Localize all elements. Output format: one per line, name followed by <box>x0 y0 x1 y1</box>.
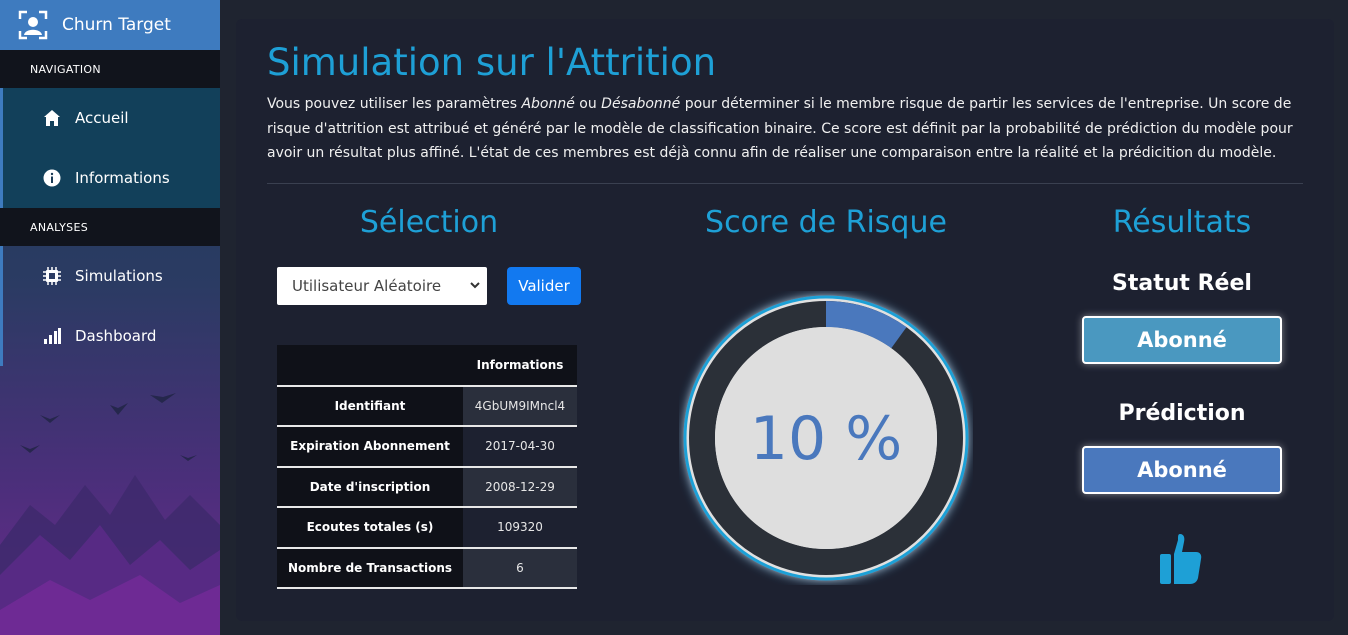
home-icon <box>43 109 61 127</box>
score-value: 10 % <box>750 404 902 474</box>
chevron-down-icon <box>470 282 480 289</box>
info-table: Informations Identifiant 4GbUM9IMncl4 Ex… <box>277 345 577 589</box>
row-value: 2017-04-30 <box>463 426 577 468</box>
sidebar-item-label: Accueil <box>75 109 129 127</box>
real-status-label: Statut Réel <box>1112 271 1252 296</box>
sidebar-item-simulations[interactable]: Simulations <box>0 246 220 306</box>
row-key: Ecoutes totales (s) <box>277 507 463 549</box>
user-target-icon <box>18 10 48 40</box>
dropdown-value: Utilisateur Aléatoire <box>292 277 442 295</box>
thumbs-up-icon <box>1160 534 1202 584</box>
validate-button[interactable]: Valider <box>507 267 581 305</box>
sidebar-item-accueil[interactable]: Accueil <box>0 88 220 148</box>
table-row: Nombre de Transactions 6 <box>277 547 577 589</box>
sidebar-item-informations[interactable]: Informations <box>0 148 220 208</box>
main-card: Simulation sur l'Attrition Vous pouvez u… <box>236 19 1334 621</box>
table-header-row: Informations <box>277 345 577 387</box>
sidebar-item-label: Simulations <box>75 267 163 285</box>
row-key: Date d'inscription <box>277 466 463 508</box>
row-value: 6 <box>463 547 577 589</box>
intro-text: Vous pouvez utiliser les paramètres Abon… <box>267 96 1293 161</box>
user-select-dropdown[interactable]: Utilisateur Aléatoire <box>277 267 487 305</box>
info-icon <box>43 169 61 187</box>
prediction-label: Prédiction <box>1118 401 1246 426</box>
table-row: Ecoutes totales (s) 109320 <box>277 507 577 549</box>
risk-gauge: 10 % <box>683 295 969 581</box>
page-title: Simulation sur l'Attrition <box>267 41 717 84</box>
row-value: 2008-12-29 <box>463 466 577 508</box>
real-status-badge: Abonné <box>1082 316 1282 364</box>
nav-heading-analyses: ANALYSES <box>0 208 220 246</box>
bar-chart-icon <box>43 327 61 345</box>
selection-title: Sélection <box>359 205 499 240</box>
table-row: Date d'inscription 2008-12-29 <box>277 466 577 508</box>
sidebar-item-dashboard[interactable]: Dashboard <box>0 306 220 366</box>
app-name: Churn Target <box>62 15 171 35</box>
table-row: Identifiant 4GbUM9IMncl4 <box>277 385 577 427</box>
row-key: Nombre de Transactions <box>277 547 463 589</box>
sidebar-item-label: Dashboard <box>75 327 157 345</box>
row-key: Expiration Abonnement <box>277 426 463 468</box>
table-header: Informations <box>463 345 577 387</box>
nav-heading-navigation: NAVIGATION <box>0 50 220 88</box>
score-title: Score de Risque <box>705 205 947 240</box>
row-key: Identifiant <box>277 385 463 427</box>
sidebar: Churn Target NAVIGATION Accueil Informat… <box>0 0 220 635</box>
brand[interactable]: Churn Target <box>0 0 220 50</box>
row-value: 109320 <box>463 507 577 549</box>
mountain-illustration <box>0 393 220 635</box>
sidebar-item-label: Informations <box>75 169 170 187</box>
chip-icon <box>43 267 61 285</box>
divider <box>267 183 1303 184</box>
results-title: Résultats <box>1112 205 1252 240</box>
table-row: Expiration Abonnement 2017-04-30 <box>277 426 577 468</box>
prediction-badge: Abonné <box>1082 446 1282 494</box>
row-value: 4GbUM9IMncl4 <box>463 385 577 427</box>
